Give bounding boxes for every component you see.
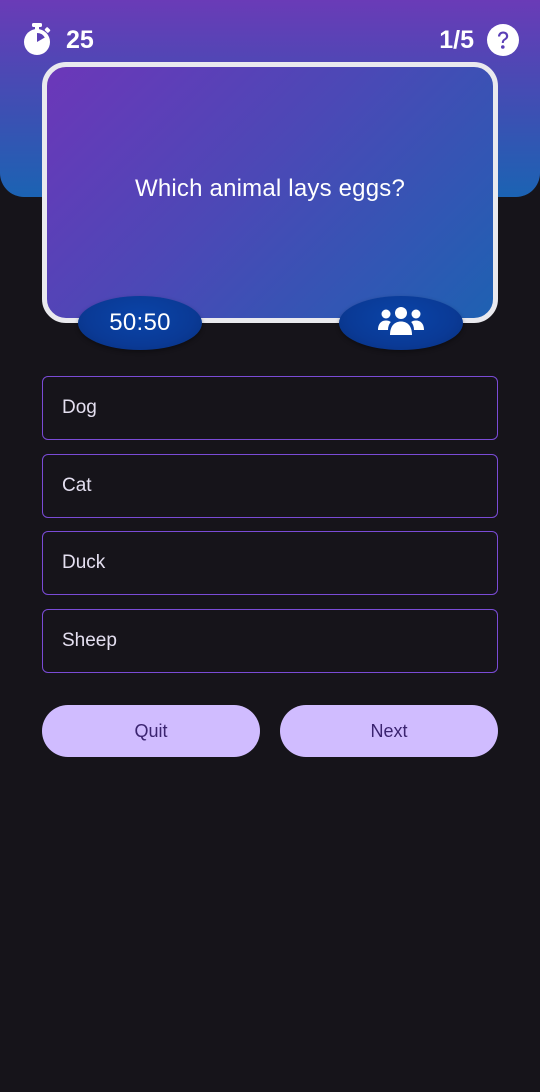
help-circle-icon[interactable] xyxy=(487,24,519,56)
fifty-fifty-button[interactable]: 50:50 xyxy=(78,296,202,350)
question-text: Which animal lays eggs? xyxy=(134,174,406,202)
answer-option[interactable]: Cat xyxy=(42,453,498,518)
timer-value: 25 xyxy=(66,26,94,54)
answer-label: Duck xyxy=(62,552,106,573)
quit-button[interactable]: Quit xyxy=(42,705,260,757)
answer-list: Dog Cat Duck Sheep xyxy=(42,376,498,686)
answer-option[interactable]: Dog xyxy=(42,376,498,440)
answer-option[interactable]: Sheep xyxy=(42,608,498,673)
audience-poll-button[interactable] xyxy=(339,296,463,350)
next-button[interactable]: Next xyxy=(280,705,498,757)
fifty-fifty-label: 50:50 xyxy=(109,309,171,336)
stopwatch-icon xyxy=(22,22,52,56)
quiz-screen: 25 1/5 Which animal lays eggs? 50:50 Dog… xyxy=(0,0,540,1092)
question-card: Which animal lays eggs? xyxy=(42,62,498,323)
question-progress: 1/5 xyxy=(439,26,474,54)
answer-label: Cat xyxy=(62,474,92,496)
answer-label: Dog xyxy=(62,397,97,418)
answer-option[interactable]: Duck xyxy=(42,531,498,595)
people-group-icon xyxy=(375,306,427,341)
answer-label: Sheep xyxy=(62,629,117,651)
